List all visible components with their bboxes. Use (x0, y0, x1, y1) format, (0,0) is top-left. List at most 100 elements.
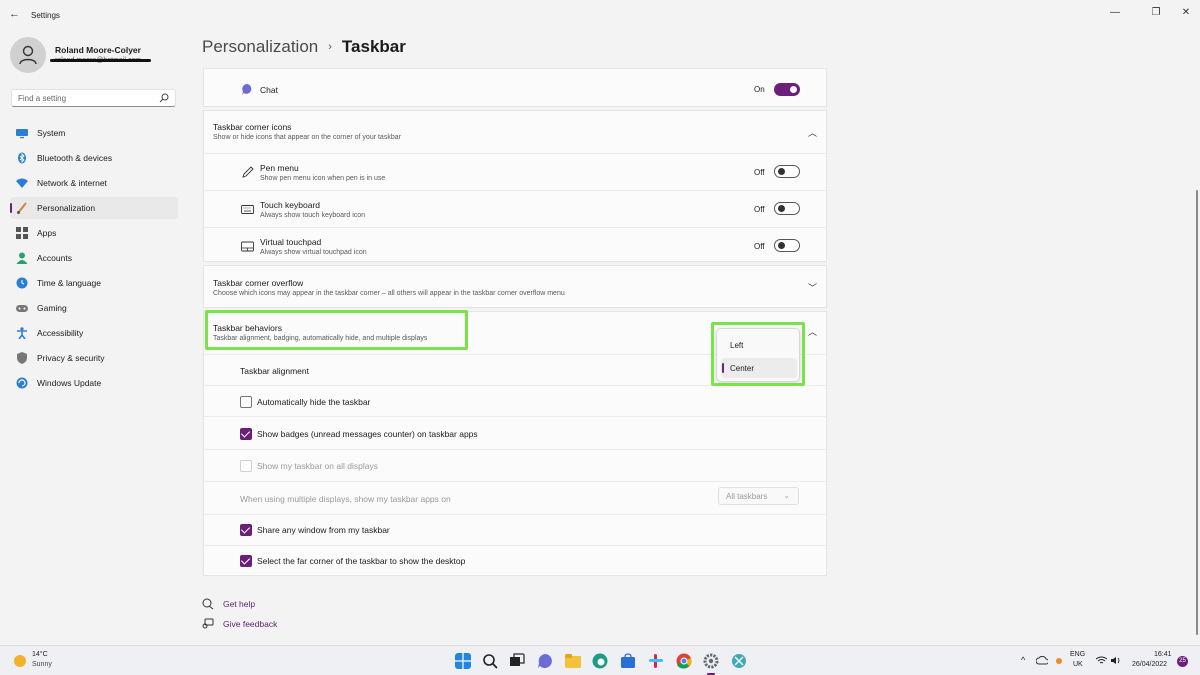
search-input[interactable]: Find a setting (11, 89, 176, 107)
notification-badge[interactable]: 25 (1177, 656, 1188, 667)
get-help-label: Get help (223, 599, 256, 609)
feedback-icon (202, 618, 214, 629)
keyboard-icon (241, 205, 254, 214)
speaker-icon[interactable] (1110, 656, 1121, 665)
touch-keyboard-toggle[interactable] (774, 202, 800, 215)
sidebar-item-apps[interactable]: Apps (10, 222, 178, 244)
sidebar-item-windows-update[interactable]: Windows Update (10, 372, 178, 394)
sidebar-item-label: Bluetooth & devices (37, 153, 113, 163)
chevron-up-icon[interactable]: ^ (1021, 655, 1025, 665)
sidebar-item-gaming[interactable]: Gaming (10, 297, 178, 319)
settings-gear-icon[interactable] (703, 653, 719, 669)
bluetooth-icon (18, 152, 26, 164)
clock-time[interactable]: 16:41 (1154, 651, 1172, 658)
weather-temp: 14°C (32, 651, 48, 658)
language-region: UK (1073, 661, 1083, 668)
chevron-down-icon[interactable]: ﹀ (808, 281, 817, 294)
badges-row: Show badges (unread messages counter) on… (204, 416, 828, 449)
scrollbar[interactable] (1196, 190, 1198, 635)
sidebar-item-label: System (37, 128, 66, 138)
edge-icon[interactable] (592, 653, 608, 669)
far-corner-checkbox[interactable] (240, 555, 252, 567)
corner-overflow-title: Taskbar corner overflow (213, 278, 304, 288)
sidebar-item-label: Personalization (37, 203, 96, 213)
store-icon[interactable] (620, 653, 636, 669)
chevron-up-icon[interactable]: ︿ (808, 126, 817, 139)
pen-menu-toggle[interactable] (774, 165, 800, 178)
corner-overflow-card[interactable]: Taskbar corner overflow Choose which ico… (203, 265, 827, 308)
search-icon[interactable] (482, 653, 498, 669)
virtual-touchpad-toggle[interactable] (774, 239, 800, 252)
badges-label: Show badges (unread messages counter) on… (257, 429, 478, 439)
chat-label: Chat (260, 85, 278, 95)
virtual-touchpad-desc: Always show virtual touchpad icon (260, 249, 367, 256)
sidebar-item-system[interactable]: System (10, 122, 178, 144)
sidebar-item-label: Time & language (37, 278, 101, 288)
breadcrumb-parent[interactable]: Personalization (202, 37, 318, 56)
sidebar-item-accounts[interactable]: Accounts (10, 247, 178, 269)
chat-toggle[interactable] (774, 83, 800, 96)
sun-icon[interactable] (14, 655, 26, 667)
auto-hide-checkbox[interactable] (240, 396, 252, 408)
corner-icons-title: Taskbar corner icons (213, 122, 292, 132)
sidebar-item-label: Apps (37, 228, 57, 238)
chevron-down-icon: ⌄ (783, 491, 790, 500)
start-icon[interactable] (455, 653, 471, 669)
sidebar-item-time-language[interactable]: Time & language (10, 272, 178, 294)
virtual-touchpad-row: Virtual touchpad Always show virtual tou… (204, 227, 828, 263)
chevron-right-icon: › (328, 41, 332, 53)
user-profile[interactable]: Roland Moore-Colyer roland.moore@hotmail… (10, 37, 180, 73)
sidebar-item-bluetooth[interactable]: Bluetooth & devices (10, 147, 178, 169)
sidebar-item-privacy[interactable]: Privacy & security (10, 347, 178, 369)
snipping-tool-icon[interactable] (731, 653, 747, 669)
sidebar-item-network[interactable]: Network & internet (10, 172, 178, 194)
auto-hide-row: Automatically hide the taskbar (204, 385, 828, 416)
share-window-row: Share any window from my taskbar (204, 514, 828, 545)
sidebar-item-accessibility[interactable]: Accessibility (10, 322, 178, 344)
share-window-checkbox[interactable] (240, 524, 252, 536)
close-button[interactable]: ✕ (1176, 5, 1196, 21)
virtual-touchpad-state: Off (754, 242, 765, 251)
title-bar: ← Settings — ❐ ✕ (0, 0, 1200, 30)
page-title: Taskbar (341, 37, 406, 56)
all-displays-row: Show my taskbar on all displays (204, 449, 828, 481)
user-name: Roland Moore-Colyer (55, 45, 141, 55)
chat-card: Chat On (203, 68, 827, 107)
chevron-up-icon[interactable]: ︿ (808, 325, 817, 338)
all-displays-label: Show my taskbar on all displays (257, 461, 378, 471)
multi-display-select[interactable]: All taskbars ⌄ (718, 487, 799, 505)
breadcrumb: Personalization › Taskbar (202, 37, 406, 57)
monitor-icon (16, 129, 28, 139)
pen-menu-row: Pen menu Show pen menu icon when pen is … (204, 153, 828, 190)
share-window-label: Share any window from my taskbar (257, 525, 390, 535)
task-view-icon[interactable] (509, 653, 525, 669)
back-arrow-icon[interactable]: ← (9, 8, 23, 22)
touchpad-icon (241, 241, 254, 252)
language-code[interactable]: ENG (1070, 651, 1085, 658)
chrome-icon[interactable] (676, 653, 692, 669)
sidebar-item-label: Windows Update (37, 378, 102, 388)
weather-desc: Sunny (32, 661, 52, 668)
slack-icon[interactable] (648, 653, 664, 669)
search-icon (159, 93, 169, 103)
touch-keyboard-state: Off (754, 205, 765, 214)
far-corner-row: Select the far corner of the taskbar to … (204, 545, 828, 577)
sidebar-item-personalization[interactable]: Personalization (10, 197, 178, 219)
pen-icon (242, 166, 254, 178)
maximize-button[interactable]: ❐ (1146, 5, 1166, 21)
shield-icon (17, 352, 27, 364)
cloud-icon[interactable] (1036, 656, 1048, 665)
all-displays-checkbox[interactable] (240, 460, 252, 472)
highlight-box-behaviors (205, 310, 468, 350)
pen-menu-desc: Show pen menu icon when pen is in use (260, 175, 386, 182)
auto-hide-label: Automatically hide the taskbar (257, 397, 371, 407)
minimize-button[interactable]: — (1105, 5, 1125, 21)
wifi-icon[interactable] (1096, 656, 1107, 665)
chat-icon (242, 83, 252, 95)
corner-icons-header[interactable]: Taskbar corner icons Show or hide icons … (204, 111, 828, 153)
redaction-bar (50, 59, 151, 62)
file-explorer-icon[interactable] (565, 653, 581, 669)
chat-icon[interactable] (537, 653, 553, 669)
help-icon (202, 598, 214, 610)
badges-checkbox[interactable] (240, 428, 252, 440)
